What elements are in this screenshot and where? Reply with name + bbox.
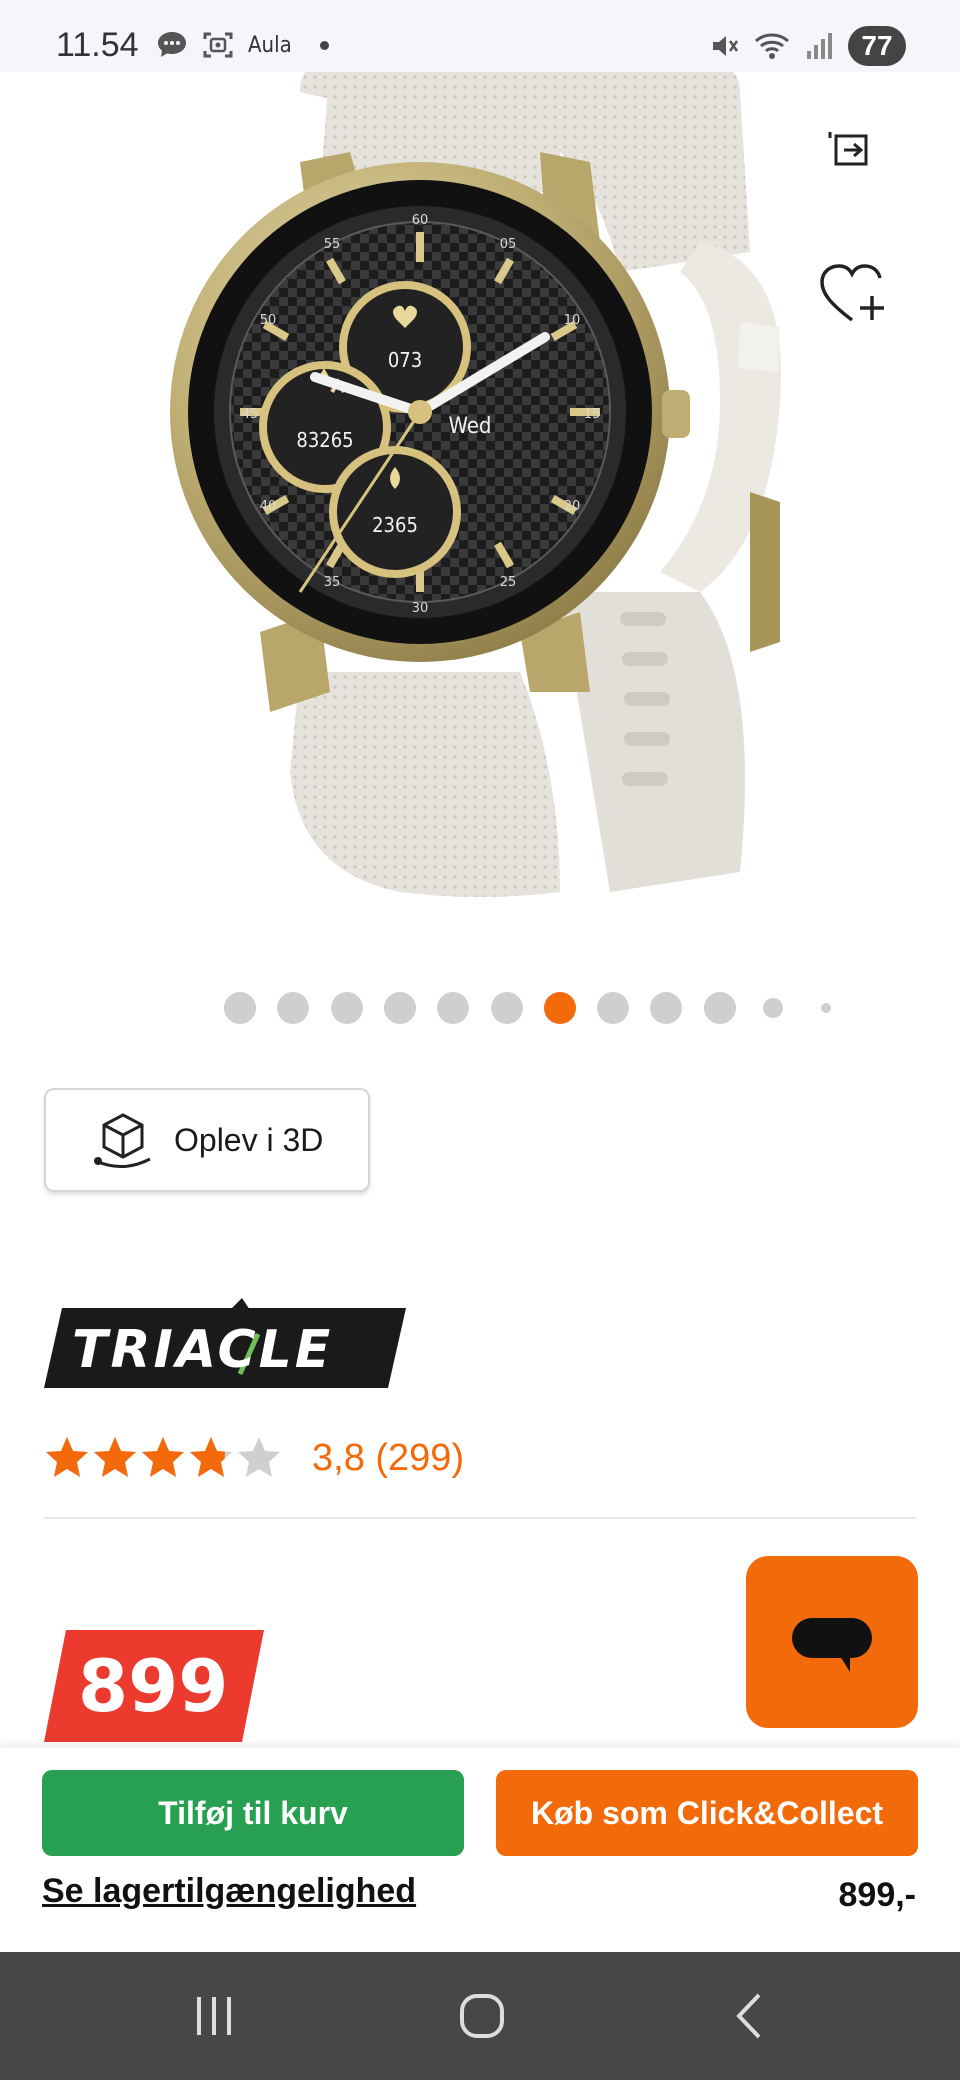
carousel-dot[interactable] <box>543 992 576 1024</box>
svg-text:35: 35 <box>324 575 341 590</box>
svg-text:40: 40 <box>260 499 277 514</box>
carousel-dot[interactable] <box>821 1003 832 1013</box>
notification-app-label: Aula <box>248 32 292 58</box>
back-icon <box>736 1993 761 2039</box>
svg-text:50: 50 <box>260 313 277 328</box>
heart-plus-icon[interactable] <box>820 264 890 328</box>
calories-value: 2365 <box>372 513 418 537</box>
carousel-dot[interactable] <box>330 992 363 1024</box>
message-bubble-icon <box>156 30 188 60</box>
rating-star-icon <box>142 1437 184 1477</box>
home-icon <box>460 1994 504 2038</box>
steps-value: 83265 <box>296 428 353 452</box>
svg-text:05: 05 <box>500 237 517 252</box>
svg-text:45: 45 <box>242 407 259 422</box>
more-notifications-dot <box>319 40 329 50</box>
svg-text:30: 30 <box>412 601 429 616</box>
carousel-dot[interactable] <box>703 992 736 1024</box>
carousel-dot[interactable] <box>597 992 630 1024</box>
svg-text:25: 25 <box>500 575 517 590</box>
rating-text: 3,8 (299) <box>312 1436 465 1479</box>
svg-text:15: 15 <box>584 407 601 422</box>
home-button[interactable] <box>432 1980 532 2052</box>
carousel-dot[interactable] <box>277 992 310 1024</box>
rating-star-icon <box>238 1437 280 1477</box>
status-system-icons: 77 <box>710 26 906 66</box>
status-bar: 11.54 Aula 77 <box>0 0 960 72</box>
svg-text:60: 60 <box>412 213 429 228</box>
status-time: 11.54 <box>56 26 139 64</box>
stock-availability-link[interactable]: Se lagertilgængelighed <box>42 1872 416 1911</box>
battery-indicator: 77 <box>848 26 906 66</box>
cube-3d-icon <box>92 1109 154 1171</box>
price-badge: 899 <box>44 1630 264 1742</box>
svg-text:55: 55 <box>324 237 341 252</box>
svg-text:20: 20 <box>564 499 581 514</box>
wifi-icon <box>754 31 790 61</box>
weekday-value: Wed <box>448 414 491 439</box>
rating-star-icon <box>190 1437 232 1477</box>
purchase-bar: Tilføj til kurv Køb som Click&Collect Se… <box>0 1748 960 1952</box>
screenshot-icon <box>202 30 234 60</box>
chat-bubble-icon <box>792 1618 872 1672</box>
carousel-dot[interactable] <box>224 992 256 1024</box>
divider <box>44 1517 916 1519</box>
recent-apps-button[interactable] <box>164 1980 264 2052</box>
svg-text:10: 10 <box>564 313 581 328</box>
rating-stars <box>44 1435 282 1481</box>
status-notifications: Aula <box>156 30 329 60</box>
view-3d-label: Oplev i 3D <box>174 1121 324 1158</box>
carousel-dot[interactable] <box>763 998 783 1018</box>
add-to-cart-button[interactable]: Tilføj til kurv <box>42 1770 464 1856</box>
price-badge-value: 899 <box>78 1644 229 1728</box>
smartwatch-illustration: 60 05 10 15 20 25 30 35 40 45 50 55 073 … <box>170 62 781 897</box>
bottom-price: 899,- <box>838 1876 917 1914</box>
signal-icon <box>804 31 834 61</box>
chat-button[interactable] <box>746 1556 918 1728</box>
view-3d-button[interactable]: Oplev i 3D <box>44 1088 370 1192</box>
brand-logo[interactable]: TRIACLE <box>44 1298 406 1388</box>
recent-apps-icon <box>197 1997 231 2035</box>
product-rating[interactable]: 3,8 (299) <box>44 1432 464 1484</box>
share-icon[interactable] <box>822 130 882 170</box>
mute-icon <box>710 31 740 61</box>
rating-star-icon <box>94 1437 136 1477</box>
product-image[interactable]: 60 05 10 15 20 25 30 35 40 45 50 55 073 … <box>0 62 960 972</box>
carousel-dot[interactable] <box>437 992 470 1024</box>
heart-rate-value: 073 <box>388 348 422 372</box>
brand-name: TRIACLE <box>72 1320 334 1380</box>
rating-star-icon <box>46 1437 88 1477</box>
back-button[interactable] <box>700 1980 800 2052</box>
carousel-dot[interactable] <box>490 992 523 1024</box>
click-collect-button[interactable]: Køb som Click&Collect <box>496 1770 918 1856</box>
carousel-dot[interactable] <box>650 992 683 1024</box>
carousel-pagination[interactable] <box>0 990 960 1026</box>
carousel-dot[interactable] <box>383 992 416 1024</box>
system-nav-bar <box>0 1952 960 2080</box>
